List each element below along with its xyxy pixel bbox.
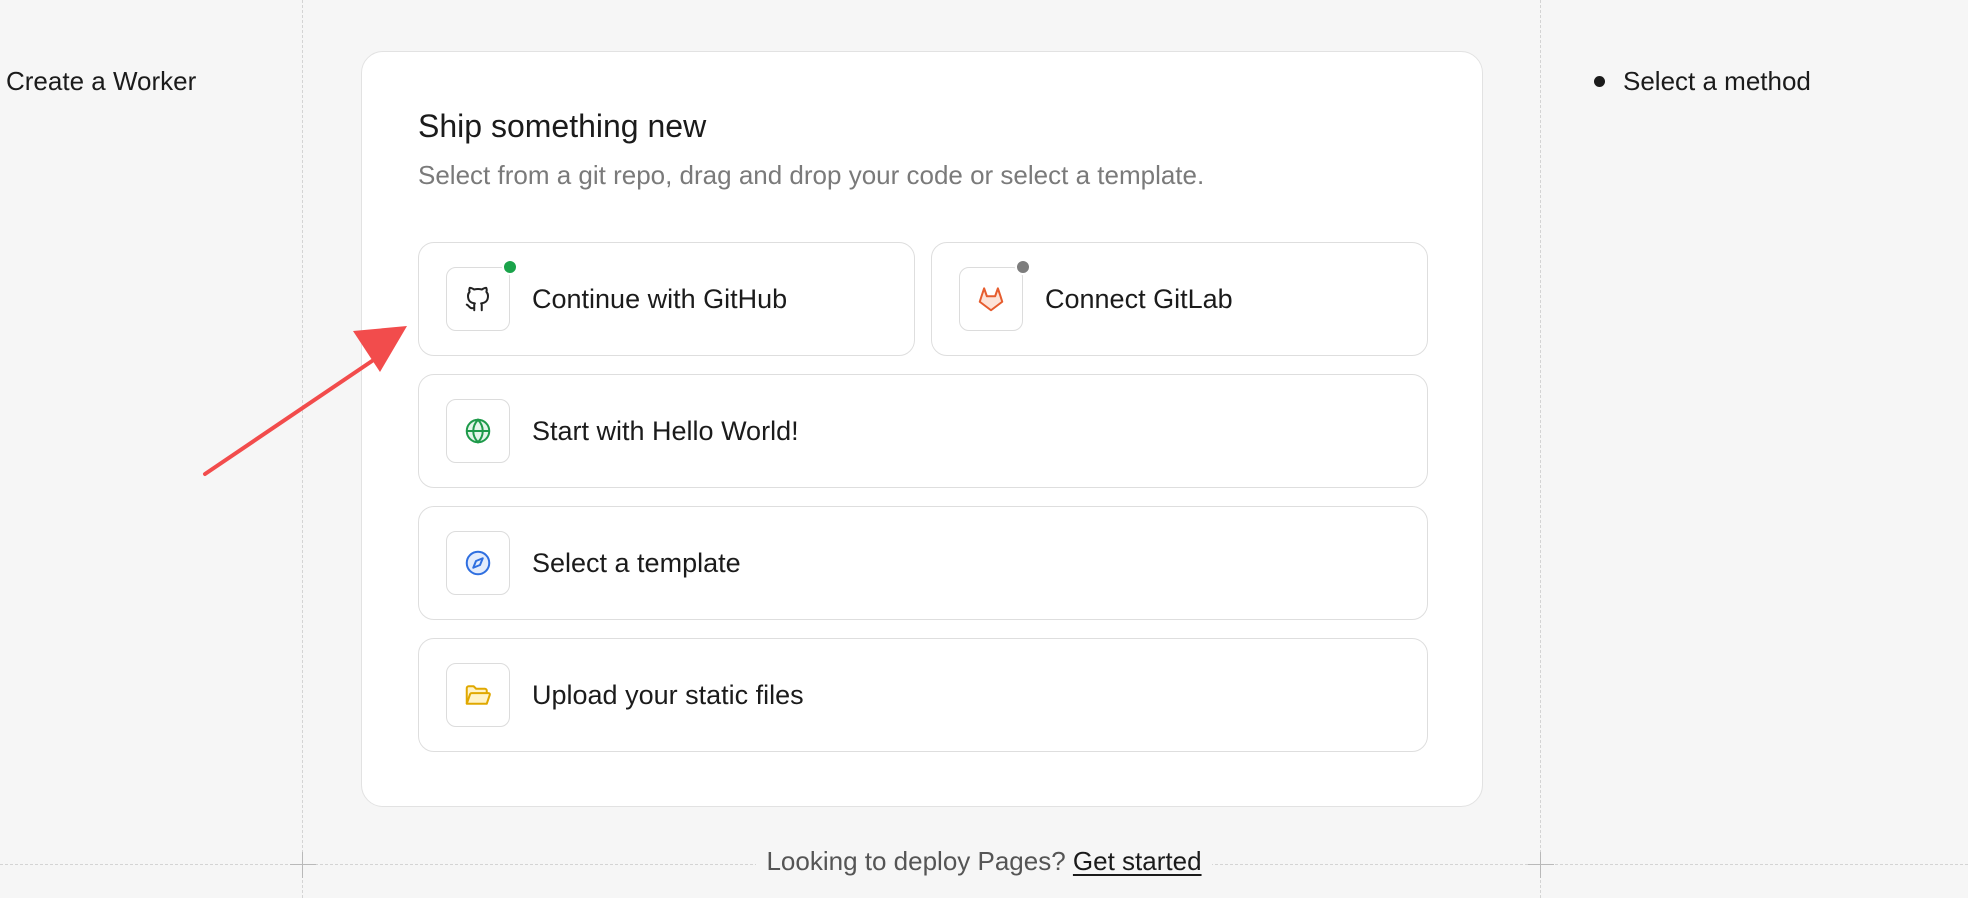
globe-icon [465, 418, 491, 444]
upload-static-files-button[interactable]: Upload your static files [418, 638, 1428, 752]
github-icon-box [446, 259, 518, 331]
hello-world-option-label: Start with Hello World! [532, 415, 799, 446]
footer: Looking to deploy Pages? Get started [0, 846, 1968, 877]
folder-icon [465, 685, 491, 705]
page-title: Create a Worker [6, 66, 197, 96]
gitlab-disconnected-status-dot [1015, 259, 1031, 275]
start-hello-world-button[interactable]: Start with Hello World! [418, 374, 1428, 488]
gitlab-option-label: Connect GitLab [1045, 283, 1233, 314]
card-title: Ship something new [418, 108, 707, 144]
template-option-label: Select a template [532, 547, 741, 578]
gitlab-icon-box [959, 259, 1031, 331]
gitlab-icon [978, 287, 1004, 312]
connect-gitlab-button[interactable]: Connect GitLab [931, 242, 1428, 356]
github-icon [465, 286, 489, 312]
footer-content: Looking to deploy Pages? Get started [756, 846, 1212, 877]
github-option-label: Continue with GitHub [532, 283, 788, 314]
step-bullet-icon [1594, 76, 1605, 87]
globe-icon-box [446, 399, 510, 463]
step-label: Select a method [1623, 66, 1811, 96]
ship-card: Ship something new Select from a git rep… [361, 51, 1483, 807]
select-template-button[interactable]: Select a template [418, 506, 1428, 620]
get-started-link[interactable]: Get started [1073, 846, 1202, 876]
github-connected-status-dot [502, 259, 518, 275]
folder-icon-box [446, 663, 510, 727]
footer-text: Looking to deploy Pages? [766, 846, 1066, 876]
compass-icon [465, 550, 491, 576]
step-item-select-method: Select a method [1594, 66, 1811, 97]
compass-icon-box [446, 531, 510, 595]
card-subtitle: Select from a git repo, drag and drop yo… [418, 160, 1205, 190]
continue-with-github-button[interactable]: Continue with GitHub [418, 242, 915, 356]
upload-option-label: Upload your static files [532, 679, 804, 710]
step-list: Select a method [1594, 66, 1811, 97]
guide-line-right [1540, 0, 1541, 898]
guide-line-left [302, 0, 303, 898]
page: Create a Worker Select a method Ship som… [0, 0, 1968, 898]
